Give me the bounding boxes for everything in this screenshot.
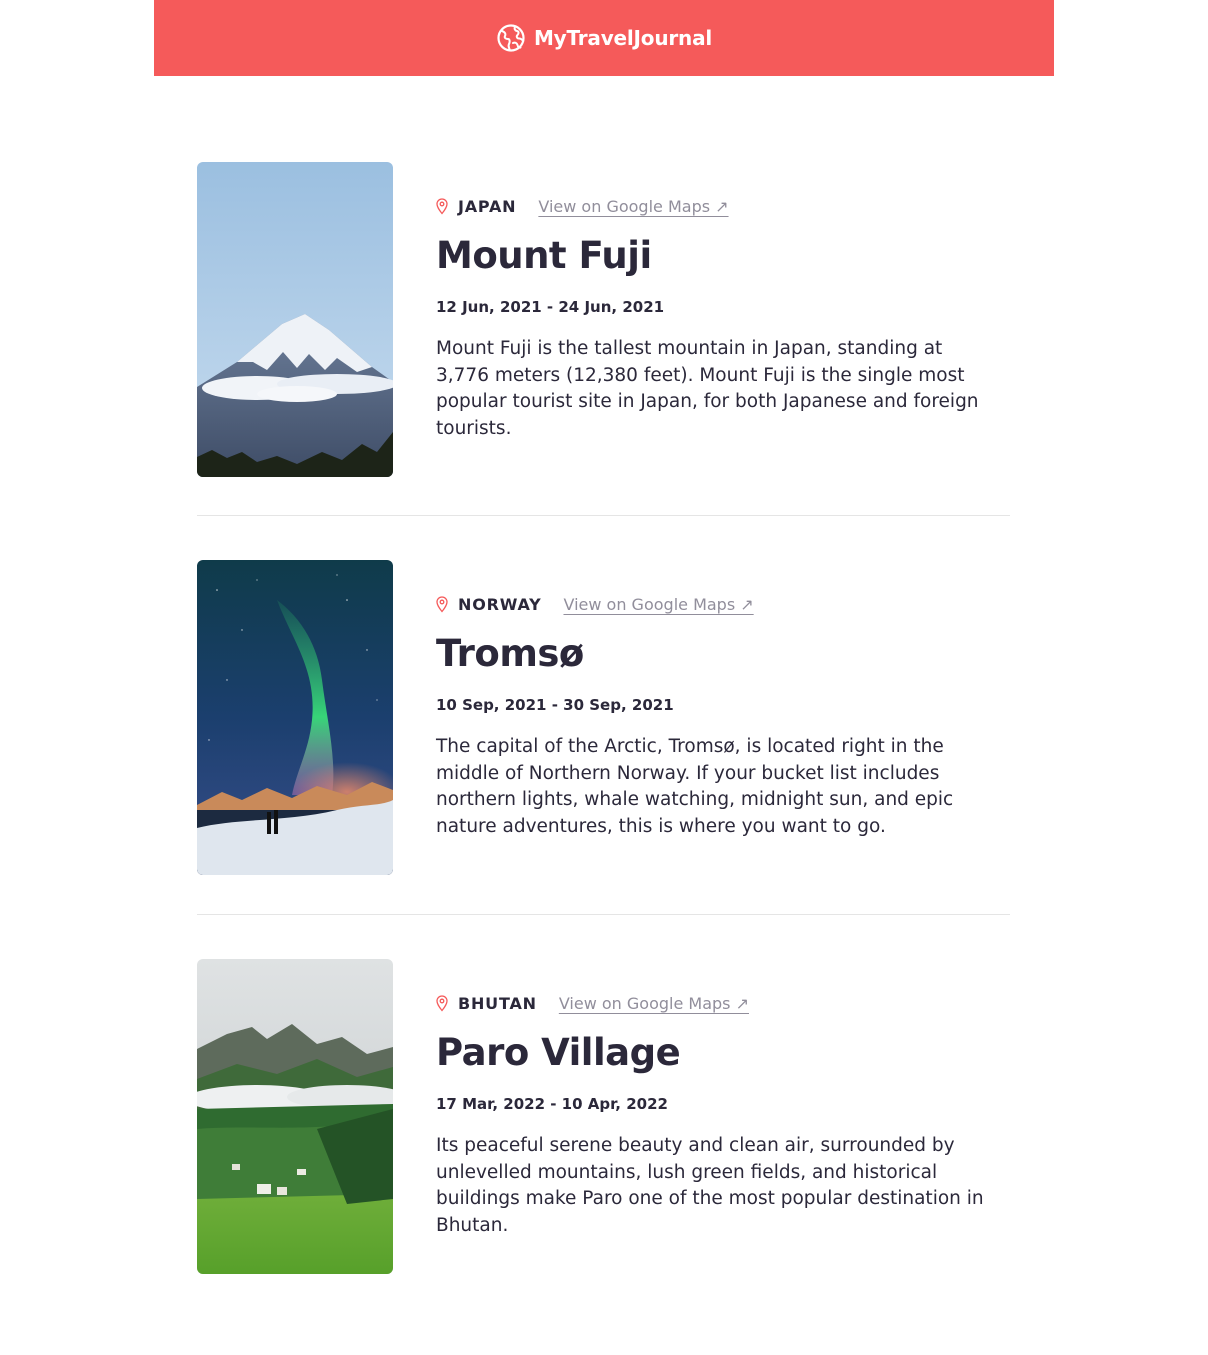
place-description: Mount Fuji is the tallest mountain in Ja… [436,338,979,440]
location-pin-icon [436,197,448,215]
trip-dates: 10 Sep, 2021 - 30 Sep, 2021 [436,696,674,714]
entry-photo-mount-fuji [197,162,393,477]
place-description: Its peaceful serene beauty and clean air… [436,1135,984,1237]
globe-icon [497,24,525,52]
google-maps-link[interactable]: View on Google Maps ↗ [559,994,749,1013]
country-label: JAPAN [458,196,517,216]
google-maps-link[interactable]: View on Google Maps ↗ [538,197,728,216]
entry-divider [197,515,1010,516]
journal-entry: NORWAY View on Google Maps ↗ Tromsø 10 S… [197,560,1010,875]
country-label: BHUTAN [458,993,537,1013]
entry-info: NORWAY View on Google Maps ↗ Tromsø 10 S… [436,593,996,841]
journal-entry: JAPAN View on Google Maps ↗ Mount Fuji 1… [197,162,1010,477]
country-label: NORWAY [458,594,542,614]
trip-dates: 17 Mar, 2022 - 10 Apr, 2022 [436,1095,668,1113]
entry-photo-tromso [197,560,393,875]
trip-dates: 12 Jun, 2021 - 24 Jun, 2021 [436,298,665,316]
entry-photo-paro-village [197,959,393,1274]
entry-info: BHUTAN View on Google Maps ↗ Paro Villag… [436,992,996,1240]
place-title: Tromsø [436,632,584,675]
app-title: MyTravelJournal [533,26,713,50]
place-description: The capital of the Arctic, Tromsø, is lo… [436,736,954,838]
location-pin-icon [436,595,448,613]
app-header: MyTravelJournal [154,0,1054,76]
place-title: Paro Village [436,1031,681,1074]
entry-divider [197,914,1010,915]
location-row: JAPAN View on Google Maps ↗ [436,195,996,217]
location-pin-icon [436,994,448,1012]
location-row: BHUTAN View on Google Maps ↗ [436,992,996,1014]
location-row: NORWAY View on Google Maps ↗ [436,593,996,615]
google-maps-link[interactable]: View on Google Maps ↗ [563,595,753,614]
place-title: Mount Fuji [436,234,652,277]
journal-entry: BHUTAN View on Google Maps ↗ Paro Villag… [197,959,1010,1274]
entry-info: JAPAN View on Google Maps ↗ Mount Fuji 1… [436,195,996,443]
